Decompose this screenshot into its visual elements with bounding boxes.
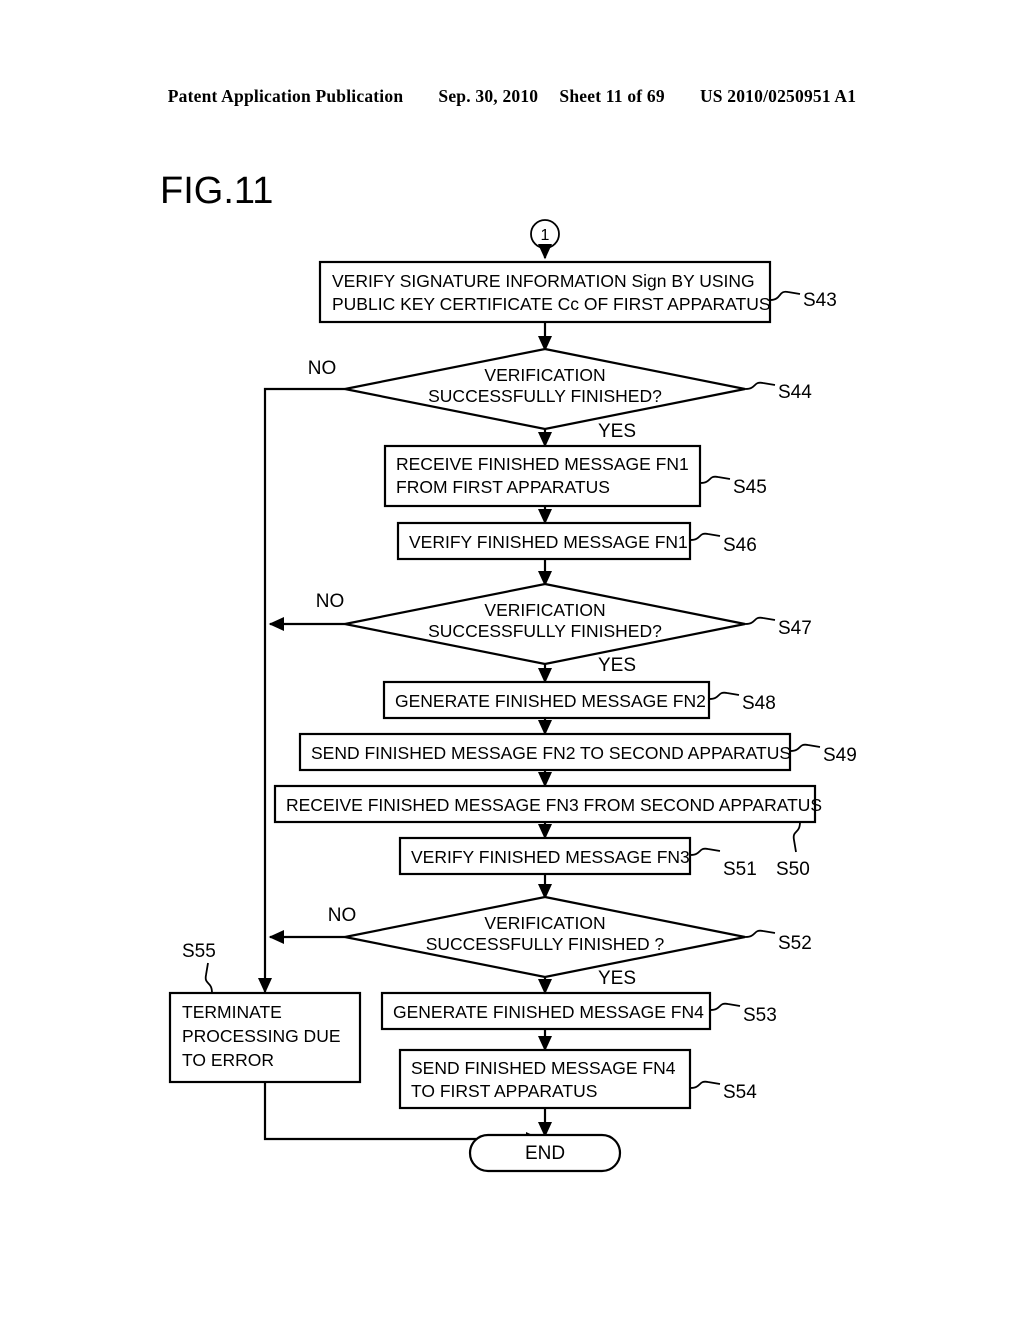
step-s51-id: S51 [723,859,757,880]
step-s54-line2: TO FIRST APPARATUS [411,1081,597,1101]
branch-label-no-s52: NO [328,905,357,926]
step-s43-line2: PUBLIC KEY CERTIFICATE Cc OF FIRST APPAR… [332,294,771,314]
step-s45-line2: FROM FIRST APPARATUS [396,477,610,497]
step-s55-leader [204,962,213,994]
branch-label-yes-s52: YES [598,968,636,989]
step-s48-id: S48 [742,693,776,714]
step-s45-leader [699,475,731,484]
step-s44-leader [744,381,776,390]
step-s47-line2: SUCCESSFULLY FINISHED? [428,621,662,641]
step-s44-line1: VERIFICATION [484,365,605,385]
step-s43-line1: VERIFY SIGNATURE INFORMATION Sign BY USI… [332,271,755,291]
patent-figure-page: Patent Application Publication Sep. 30, … [0,0,1024,1320]
step-s46-line1: VERIFY FINISHED MESSAGE FN1 [409,532,688,552]
step-s51-line1: VERIFY FINISHED MESSAGE FN3 [411,847,690,867]
step-s50-leader [792,821,801,853]
step-s46-id: S46 [723,535,757,556]
branch-label-no-s47: NO [316,591,345,612]
step-s45-id: S45 [733,477,767,498]
step-s50-line1: RECEIVE FINISHED MESSAGE FN3 FROM SECOND… [286,795,822,815]
step-s48-leader [708,691,740,700]
step-s54-line1: SEND FINISHED MESSAGE FN4 [411,1058,676,1078]
step-s49-id: S49 [823,745,857,766]
step-s52-line1: VERIFICATION [484,913,605,933]
step-s43-id: S43 [803,290,837,311]
step-s47-leader [744,616,776,625]
connector-circle-1-label: 1 [541,227,550,244]
flowchart-diagram: 1 VERIFY SIGNATURE INFORMATION Sign BY U… [168,219,857,1173]
step-s45-line1: RECEIVE FINISHED MESSAGE FN1 [396,454,689,474]
step-s50-id: S50 [776,859,810,880]
branch-no-s44-path [257,387,345,994]
step-s55-line2: PROCESSING DUE [182,1026,341,1046]
step-s55-id: S55 [182,941,216,962]
step-s46-leader [689,532,721,541]
step-s54-id: S54 [723,1082,757,1103]
step-s51-leader [689,847,721,856]
step-s53-line1: GENERATE FINISHED MESSAGE FN4 [393,1002,704,1022]
step-s47-line1: VERIFICATION [484,600,605,620]
step-s52-id: S52 [778,933,812,954]
step-s44-line2: SUCCESSFULLY FINISHED? [428,386,662,406]
branch-label-yes-s44: YES [598,421,636,442]
branch-label-yes-s47: YES [598,655,636,676]
step-s53-id: S53 [743,1005,777,1026]
step-s48-line1: GENERATE FINISHED MESSAGE FN2 [395,691,706,711]
step-s47-id: S47 [778,618,812,639]
step-s53-leader [709,1002,741,1011]
step-s49-leader [789,743,821,752]
step-s44-id: S44 [778,382,812,403]
step-s52-line2: SUCCESSFULLY FINISHED ? [426,934,665,954]
step-s55-line3: TO ERROR [182,1050,274,1070]
step-s55-line1: TERMINATE [182,1002,282,1022]
step-s52-leader [744,929,776,938]
step-s54-leader [689,1080,721,1089]
step-s49-line1: SEND FINISHED MESSAGE FN2 TO SECOND APPA… [311,743,791,763]
branch-label-no-s44: NO [308,358,337,379]
step-s43-leader [769,290,801,301]
end-terminator-label: END [525,1143,565,1164]
